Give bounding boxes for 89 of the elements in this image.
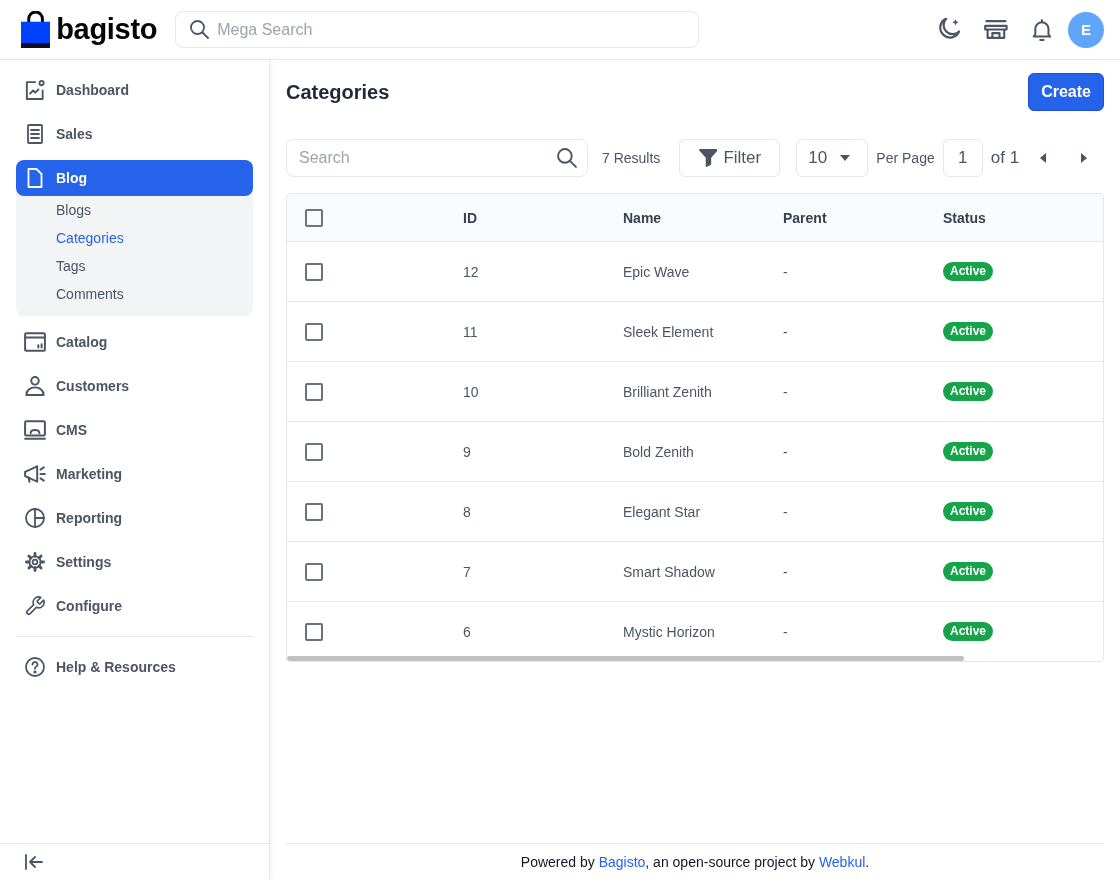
status-badge: Active	[943, 442, 994, 461]
table-cell: -	[783, 383, 788, 400]
filter-icon	[698, 149, 718, 167]
sidebar-item[interactable]: Customers	[16, 368, 253, 404]
sidebar-item[interactable]: Configure	[16, 588, 253, 624]
status-badge: Active	[943, 322, 994, 341]
checkbox[interactable]	[305, 208, 323, 227]
document-icon	[24, 124, 46, 144]
sidebar-item[interactable]: Marketing	[16, 456, 253, 492]
search-icon	[190, 20, 210, 39]
triangle-right-icon	[1081, 153, 1087, 163]
sidebar-item[interactable]: Settings	[16, 544, 253, 580]
sidebar-item[interactable]: Dashboard	[16, 72, 253, 108]
column-header[interactable]: Parent	[783, 209, 827, 226]
status-badge: Active	[943, 382, 994, 401]
caret-down-icon	[840, 155, 851, 161]
sidebar-item[interactable]: CMS	[16, 412, 253, 448]
triangle-left-icon	[1040, 153, 1046, 163]
table-cell: 11	[463, 323, 478, 340]
chart-icon	[24, 80, 46, 100]
per-page-label: Per Page	[876, 150, 935, 166]
table-cell: Mystic Horizon	[623, 623, 715, 640]
help-icon	[24, 657, 46, 677]
sidebar-item[interactable]: Blog	[16, 160, 253, 196]
bell-icon[interactable]	[1032, 18, 1052, 41]
create-button[interactable]: Create	[1028, 73, 1104, 111]
settings-icon	[24, 552, 46, 572]
sidebar-item[interactable]: Reporting	[16, 500, 253, 536]
wrench-icon	[24, 596, 46, 616]
search-icon	[557, 148, 577, 168]
table-cell: -	[783, 503, 788, 520]
checkbox[interactable]	[305, 622, 323, 641]
table-cell: -	[783, 563, 788, 580]
table-cell: 9	[463, 443, 471, 460]
submenu-item[interactable]: Blogs	[16, 196, 253, 224]
table-cell: Elegant Star	[623, 503, 701, 520]
table-cell: 8	[463, 503, 471, 520]
table-cell: -	[783, 263, 788, 280]
table-cell: -	[783, 323, 788, 340]
search-field[interactable]: Search	[286, 139, 588, 177]
horizontal-scrollbar[interactable]	[287, 656, 965, 661]
page-number-field[interactable]: 1	[942, 139, 983, 177]
table-cell: Epic Wave	[623, 263, 690, 280]
column-header[interactable]: ID	[463, 209, 477, 226]
shopping-bag-icon	[21, 11, 51, 48]
filter-button[interactable]: Filter	[679, 139, 781, 177]
submenu-item[interactable]: Categories	[16, 224, 253, 252]
checkbox[interactable]	[305, 442, 323, 461]
checkbox[interactable]	[305, 262, 323, 281]
submenu-item[interactable]: Comments	[16, 280, 253, 308]
checkbox[interactable]	[305, 382, 323, 401]
sidebar-item[interactable]: Sales	[16, 116, 253, 152]
layout-icon	[24, 332, 46, 352]
user-icon	[24, 376, 46, 396]
table-cell: 10	[463, 383, 479, 400]
table-cell: Smart Shadow	[623, 563, 715, 580]
table-cell: 6	[463, 623, 471, 640]
table-cell: Sleek Element	[623, 323, 714, 340]
status-badge: Active	[943, 262, 994, 281]
left-arrow-bar-icon[interactable]	[25, 854, 43, 870]
store-icon[interactable]	[984, 20, 1009, 39]
page-title: Categories	[286, 80, 390, 104]
checkbox[interactable]	[305, 562, 323, 581]
column-header[interactable]: Name	[623, 209, 662, 226]
checkbox[interactable]	[305, 322, 323, 341]
results-count: 7 Results	[602, 150, 661, 166]
per-page-select[interactable]: 10	[796, 139, 869, 177]
table-cell: Bold Zenith	[623, 443, 694, 460]
checkbox[interactable]	[305, 502, 323, 521]
table-cell: -	[783, 623, 788, 640]
table-cell: 7	[463, 563, 471, 580]
megaphone-icon	[24, 464, 46, 484]
status-badge: Active	[943, 562, 994, 581]
sidebar-item[interactable]: Catalog	[16, 324, 253, 360]
monitor-icon	[24, 420, 46, 440]
column-header[interactable]: Status	[943, 209, 986, 226]
logo-text: bagisto	[56, 13, 158, 46]
table-cell: 12	[463, 263, 479, 280]
sidebar-item[interactable]: Help & Resources	[16, 649, 253, 685]
moon-icon[interactable]	[937, 17, 961, 42]
search-field[interactable]: Mega Search	[175, 11, 700, 48]
status-badge: Active	[943, 622, 994, 641]
pie-chart-icon	[24, 508, 46, 528]
table-cell: Brilliant Zenith	[623, 383, 712, 400]
status-badge: Active	[943, 502, 994, 521]
page-total: of 1	[990, 148, 1020, 168]
footer-text: Powered by Bagisto, an open-source project by Webkul.	[520, 854, 870, 870]
table-cell: -	[783, 443, 788, 460]
submenu-item[interactable]: Tags	[16, 252, 253, 280]
